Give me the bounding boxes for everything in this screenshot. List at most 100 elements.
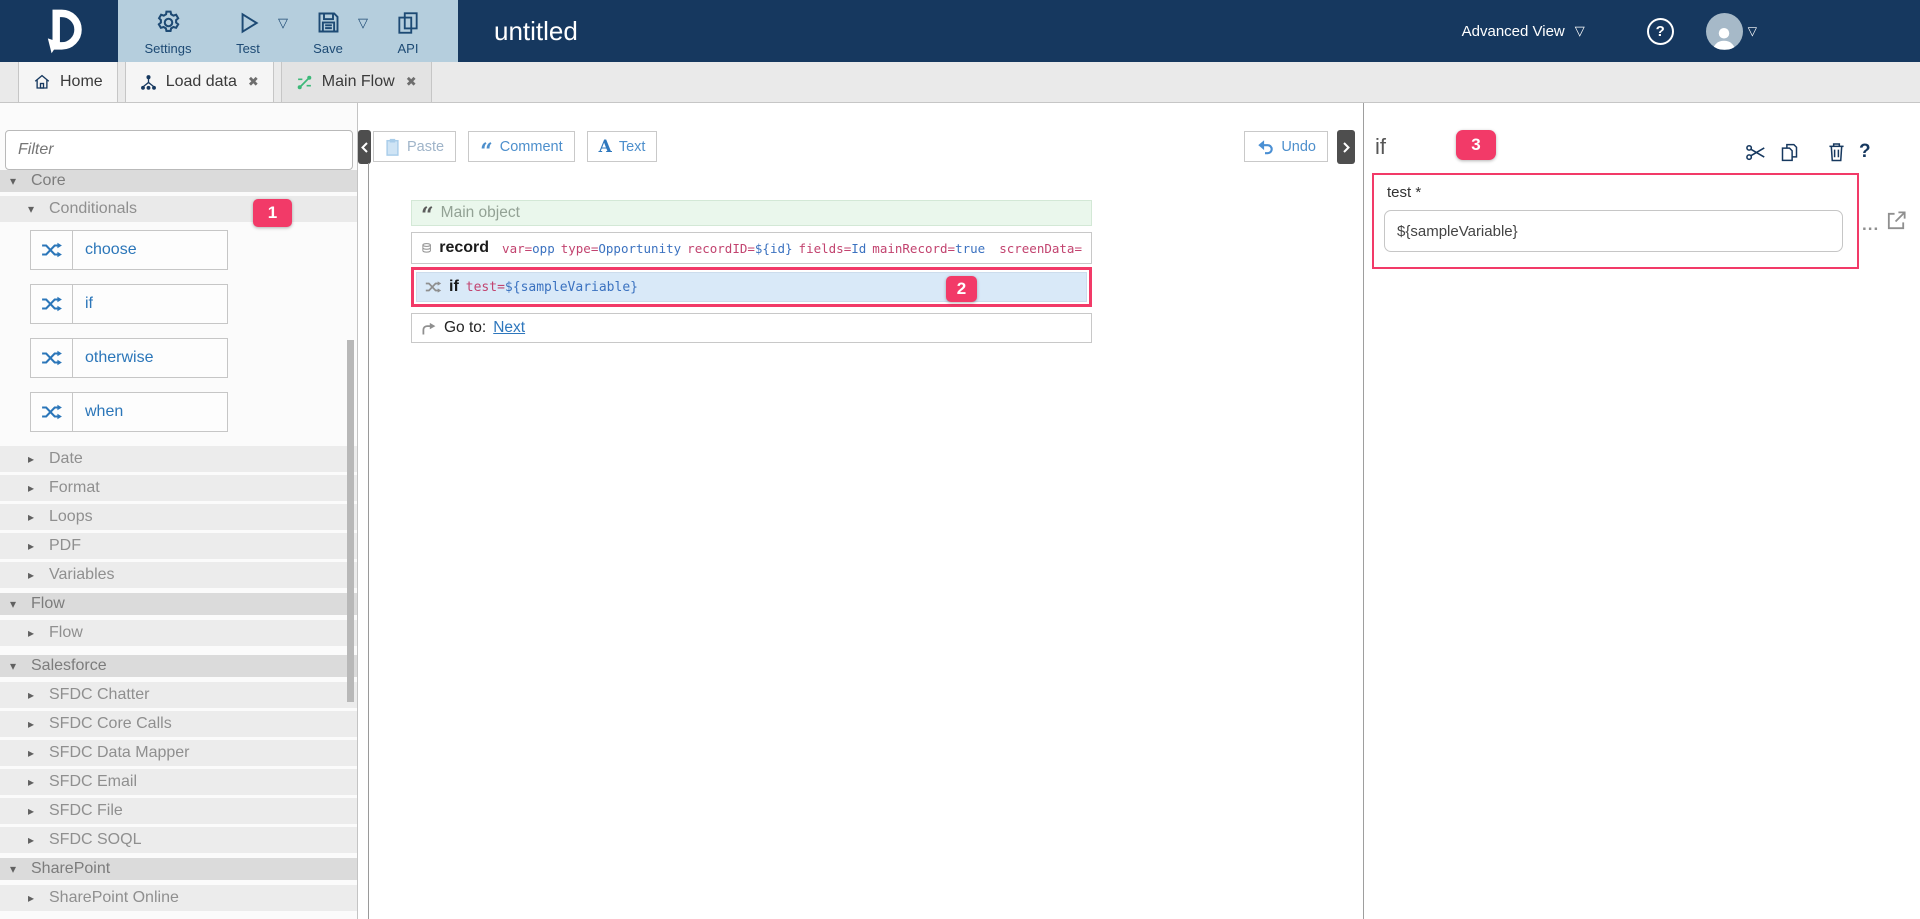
collapse-sidebar-button[interactable] [358, 130, 371, 164]
tab-home[interactable]: Home [18, 62, 118, 102]
test-button[interactable]: Test ▽ [208, 0, 288, 62]
api-pages-icon [395, 7, 421, 39]
sidebar-item-sharepoint-online[interactable]: ▸ SharePoint Online [0, 885, 357, 911]
dynamo-d-icon [33, 5, 85, 57]
tab-main-flow-label: Main Flow [322, 73, 395, 91]
component-label: if [73, 295, 93, 313]
annotation-highlight-box: test * [1372, 173, 1859, 269]
goto-label: Go to: [444, 319, 486, 337]
help-button[interactable]: ? [1647, 18, 1674, 45]
collapse-panel-button[interactable] [1337, 130, 1355, 164]
api-button[interactable]: API [368, 0, 448, 62]
text-button[interactable]: A Text [587, 131, 658, 162]
flow-tree-icon [140, 74, 157, 91]
chevron-collapsed-icon: ▸ [28, 891, 39, 905]
row-label: PDF [49, 537, 81, 555]
copy-button[interactable] [1779, 142, 1800, 163]
undo-button[interactable]: Undo [1244, 131, 1328, 162]
test-dropdown-icon[interactable]: ▽ [278, 15, 288, 31]
goto-next-link[interactable]: Next [493, 319, 525, 337]
flow-row-if[interactable]: if test=${sampleVariable} [416, 272, 1087, 302]
flow-row-if-selected[interactable]: if test=${sampleVariable} [411, 267, 1092, 307]
sidebar-item-pdf[interactable]: ▸ PDF [0, 533, 357, 559]
flow-row-goto[interactable]: Go to: Next [411, 313, 1092, 343]
chevron-collapsed-icon: ▸ [28, 481, 39, 495]
close-icon[interactable]: ✖ [248, 74, 259, 90]
chevron-left-icon [361, 142, 368, 153]
scissors-icon [1745, 143, 1767, 162]
avatar-dropdown-icon[interactable]: ▽ [1748, 24, 1757, 38]
row-label: Loops [49, 508, 93, 526]
annotation-badge-2: 2 [946, 276, 977, 302]
row-label: Variables [49, 566, 115, 584]
test-field-input[interactable] [1384, 210, 1843, 252]
section-label: SharePoint [31, 860, 110, 878]
sidebar-section-core[interactable]: ▾ Core [0, 170, 357, 192]
flow-row-comment[interactable]: “ Main object [411, 200, 1092, 226]
component-choose[interactable]: choose [30, 230, 228, 270]
row-label: SharePoint Online [49, 889, 179, 907]
sidebar-item-format[interactable]: ▸ Format [0, 475, 357, 501]
sidebar-section-sharepoint[interactable]: ▾ SharePoint [0, 858, 357, 880]
chevron-collapsed-icon: ▸ [28, 717, 39, 731]
row-label: SFDC File [49, 802, 123, 820]
sidebar-item-variables[interactable]: ▸ Variables [0, 562, 357, 588]
sidebar-item-sfdc-data-mapper[interactable]: ▸ SFDC Data Mapper [0, 740, 357, 766]
save-dropdown-icon[interactable]: ▽ [358, 15, 368, 31]
save-icon [315, 7, 342, 39]
paste-button[interactable]: Paste [373, 131, 456, 162]
app-logo[interactable] [0, 0, 118, 62]
close-icon[interactable]: ✖ [406, 74, 417, 90]
component-when[interactable]: when [30, 392, 228, 432]
sidebar-scrollbar[interactable] [347, 340, 354, 702]
more-options-button[interactable]: ... [1862, 215, 1879, 235]
sidebar-item-conditionals[interactable]: ▾ Conditionals [0, 196, 357, 222]
toolbar-group: Settings Test ▽ Save ▽ [118, 0, 458, 62]
delete-button[interactable] [1828, 142, 1845, 162]
filter-input[interactable] [5, 130, 353, 170]
save-button[interactable]: Save ▽ [288, 0, 368, 62]
shuffle-icon [425, 280, 442, 294]
chevron-expanded-icon: ▾ [10, 597, 21, 611]
comment-button[interactable]: “ Comment [468, 131, 575, 162]
chevron-expanded-icon: ▾ [10, 174, 21, 188]
component-if[interactable]: if [30, 284, 228, 324]
comment-label: Comment [500, 139, 563, 155]
gear-icon [154, 7, 183, 39]
sidebar-section-salesforce[interactable]: ▾ Salesforce [0, 655, 357, 677]
chevron-collapsed-icon: ▸ [28, 452, 39, 466]
tab-main-flow[interactable]: Main Flow ✖ [281, 62, 432, 102]
tag-name: if [449, 278, 459, 296]
panel-help-button[interactable]: ? [1859, 141, 1871, 163]
sidebar-item-sfdc-soql[interactable]: ▸ SFDC SOQL [0, 827, 357, 853]
chevron-expanded-icon: ▾ [28, 202, 39, 216]
chevron-collapsed-icon: ▸ [28, 510, 39, 524]
flow-green-icon [296, 74, 313, 91]
row-label: Flow [49, 624, 83, 642]
trash-icon [1828, 142, 1845, 162]
cut-button[interactable] [1745, 143, 1767, 162]
sidebar-item-sfdc-email[interactable]: ▸ SFDC Email [0, 769, 357, 795]
database-icon [421, 240, 432, 257]
avatar[interactable] [1706, 13, 1743, 50]
sidebar-section-flow[interactable]: ▾ Flow [0, 593, 357, 615]
comment-text: Main object [441, 204, 520, 222]
flow-row-record[interactable]: record var=opp type=Opportunity recordID… [411, 232, 1092, 264]
advanced-view-label: Advanced View [1462, 23, 1565, 40]
test-field-label: test * [1387, 184, 1421, 201]
tab-load-data[interactable]: Load data ✖ [125, 62, 274, 102]
sidebar-item-sfdc-core-calls[interactable]: ▸ SFDC Core Calls [0, 711, 357, 737]
component-otherwise[interactable]: otherwise [30, 338, 228, 378]
sidebar-item-sfdc-chatter[interactable]: ▸ SFDC Chatter [0, 682, 357, 708]
advanced-view-menu[interactable]: Advanced View ▽ [1462, 23, 1585, 40]
open-external-button[interactable] [1885, 209, 1908, 237]
sidebar-item-date[interactable]: ▸ Date [0, 446, 357, 472]
sidebar-item-loops[interactable]: ▸ Loops [0, 504, 357, 530]
sidebar-item-flow[interactable]: ▸ Flow [0, 620, 357, 646]
tab-load-data-label: Load data [166, 73, 237, 91]
settings-button[interactable]: Settings [128, 0, 208, 62]
row-label: SFDC SOQL [49, 831, 141, 849]
row-label: SFDC Chatter [49, 686, 149, 704]
splitter-rail[interactable] [368, 163, 369, 919]
sidebar-item-sfdc-file[interactable]: ▸ SFDC File [0, 798, 357, 824]
